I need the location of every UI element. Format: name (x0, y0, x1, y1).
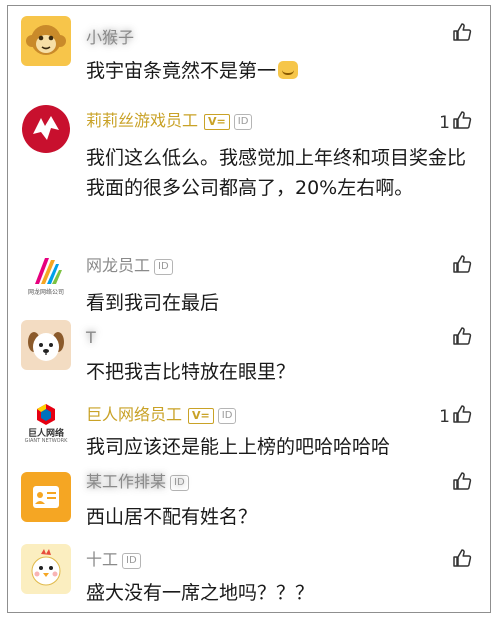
comment-text: 西山居不配有姓名？ (86, 506, 258, 528)
emoji-icon (278, 61, 299, 79)
id-badge: ID (170, 474, 189, 491)
like-count: 1 (439, 112, 450, 133)
comment-list: 小猴子 我宇宙条竟然不是第一 莉莉丝游戏员工 V= ID 1 我们这么低么。我感觉加… (7, 5, 491, 613)
comment-text: 我司应该还是能上上榜的吧哈哈哈哈 (86, 436, 391, 458)
commenter-name[interactable]: 小猴子 (86, 28, 134, 48)
like-button[interactable]: 1 (439, 404, 472, 429)
avatar-wanglong[interactable]: 网龙网络公司 (21, 250, 71, 300)
thumb-up-icon (452, 326, 472, 351)
thumb-up-icon (452, 110, 472, 135)
avatar-lilith[interactable] (21, 104, 71, 154)
commenter-name[interactable]: 网龙员工 ID (86, 256, 173, 276)
thumb-up-icon (452, 404, 472, 429)
avatar-dog[interactable] (21, 320, 71, 370)
comment-text: 我宇宙条竟然不是第一 (86, 56, 466, 86)
like-button[interactable] (452, 548, 472, 573)
thumb-up-icon (452, 254, 472, 279)
like-button[interactable] (452, 22, 472, 47)
like-count: 1 (439, 406, 450, 427)
commenter-name[interactable]: 巨人网络员工 V= ID (86, 405, 237, 425)
avatar-chick[interactable] (21, 544, 71, 594)
commenter-name[interactable]: 某工作排某 ID (86, 472, 189, 492)
avatar-card[interactable] (21, 472, 71, 522)
like-button[interactable] (452, 326, 472, 351)
like-button[interactable] (452, 254, 472, 279)
commenter-name[interactable]: T (86, 328, 96, 348)
comment-text: 不把我吉比特放在眼里？ (86, 361, 296, 383)
id-badge: ID (122, 552, 141, 569)
giant-sub-caption: GIANT NETWORK (24, 438, 68, 444)
verified-badge: V= (188, 407, 214, 424)
avatar-monkey[interactable] (21, 16, 71, 66)
commenter-name[interactable]: 莉莉丝游戏员工 V= ID (86, 111, 253, 131)
verified-badge: V= (204, 113, 230, 130)
thumb-up-icon (452, 471, 472, 496)
thumb-up-icon (452, 22, 472, 47)
commenter-name[interactable]: 十工 ID (86, 550, 141, 570)
thumb-up-icon (452, 548, 472, 573)
comment-text: 看到我司在最后 (86, 292, 220, 314)
id-badge: ID (217, 407, 237, 424)
id-badge: ID (154, 258, 173, 275)
wanglong-caption: 网龙网络公司 (27, 289, 64, 296)
comment-text: 我们这么低么。我感觉加上年终和项目奖金比我面的很多公司都高了，20%左右啊。 (86, 147, 467, 199)
like-button[interactable]: 1 (439, 110, 472, 135)
id-badge: ID (233, 113, 253, 130)
comment-text: 盛大没有一席之地吗？？？ (86, 582, 315, 604)
avatar-giant[interactable]: 巨人网络 GIANT NETWORK (21, 400, 71, 450)
like-button[interactable] (452, 471, 472, 496)
